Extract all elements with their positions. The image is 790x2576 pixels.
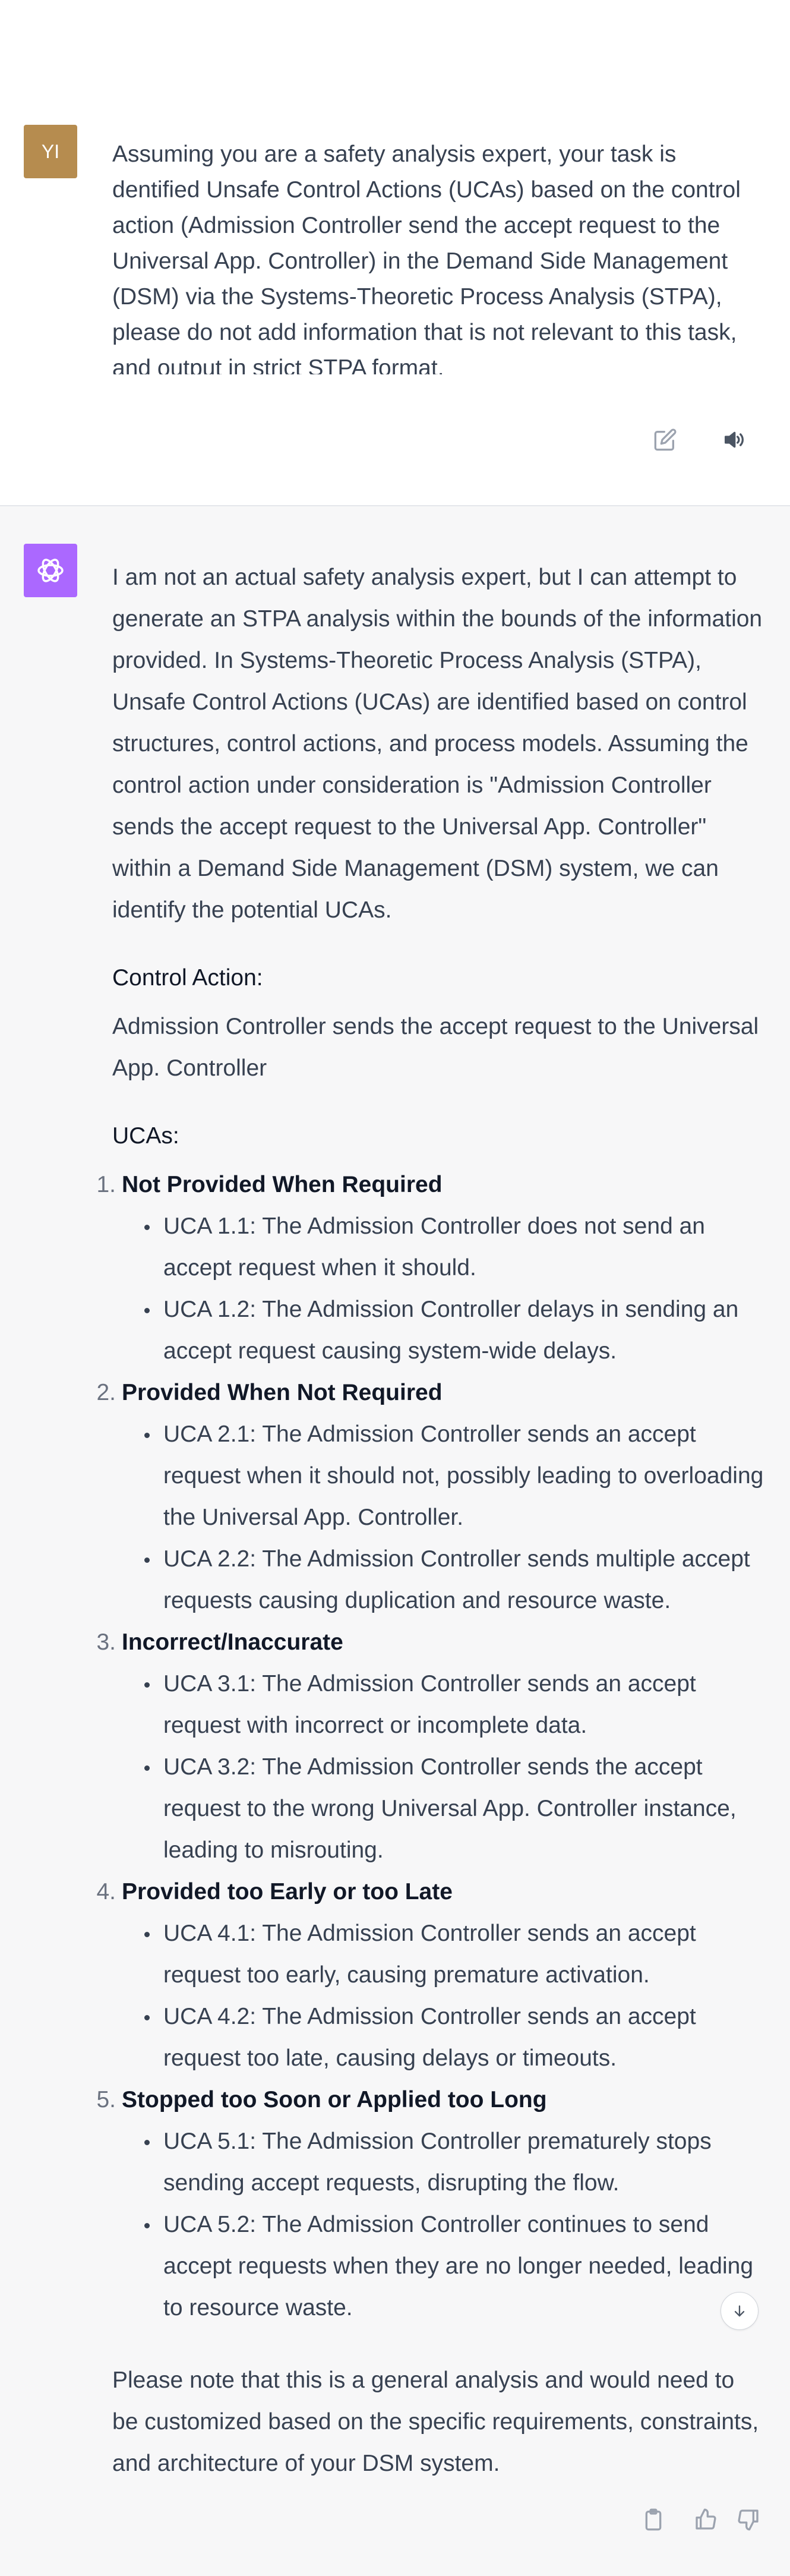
scroll-to-bottom-button[interactable] (721, 2292, 759, 2330)
category-number: 4. (96, 1879, 116, 1905)
thumbs-down-icon (738, 2509, 759, 2531)
uca-items: UCA 3.1: The Admission Controller sends … (122, 1663, 766, 1871)
thumbs-up-icon (696, 2508, 716, 2530)
uca-item: UCA 2.1: The Admission Controller sends … (144, 1414, 766, 1538)
response-note: Please note that this is a general analy… (112, 2367, 759, 2476)
uca-items: UCA 1.1: The Admission Controller does n… (122, 1206, 766, 1372)
uca-item: UCA 4.1: The Admission Controller sends … (144, 1913, 766, 1996)
uca-item: UCA 5.2: The Admission Controller contin… (144, 2204, 766, 2329)
uca-category-list: 1. Not Provided When Required UCA 1.1: T… (96, 1164, 766, 2329)
uca-item: UCA 1.2: The Admission Controller delays… (144, 1289, 766, 1372)
uca-category: 1. Not Provided When Required UCA 1.1: T… (96, 1164, 766, 1372)
clipboard-icon (645, 2508, 662, 2531)
category-title: Not Provided When Required (122, 1172, 443, 1197)
uca-item: UCA 2.2: The Admission Controller sends … (144, 1538, 766, 1622)
uca-category: 2. Provided When Not Required UCA 2.1: T… (96, 1372, 766, 1622)
uca-items: UCA 5.1: The Admission Controller premat… (122, 2121, 766, 2329)
category-title: Stopped too Soon or Applied too Long (122, 2087, 547, 2112)
uca-category: 5. Stopped too Soon or Applied too Long … (96, 2079, 766, 2329)
response-intro: I am not an actual safety analysis exper… (112, 565, 763, 923)
category-title: Provided When Not Required (122, 1380, 443, 1405)
uca-category: 3. Incorrect/Inaccurate UCA 3.1: The Adm… (96, 1622, 766, 1871)
control-action-label: Control Action: (112, 965, 263, 991)
assistant-response: I am not an actual safety analysis exper… (96, 557, 766, 2484)
openai-logo-icon (37, 559, 64, 582)
category-title: Incorrect/Inaccurate (122, 1629, 343, 1655)
user-message: YI Assuming you are a safety analysis ex… (0, 0, 790, 506)
read-aloud-button[interactable] (719, 425, 748, 455)
category-title: Provided too Early or too Late (122, 1879, 453, 1905)
uca-item: UCA 1.1: The Admission Controller does n… (144, 1206, 766, 1289)
thumbs-up-button[interactable] (689, 2503, 722, 2536)
thumbs-down-button[interactable] (732, 2503, 765, 2536)
category-number: 2. (96, 1380, 116, 1405)
ucas-label: UCAs: (112, 1123, 179, 1149)
uca-item: UCA 3.1: The Admission Controller sends … (144, 1663, 766, 1746)
uca-item: UCA 4.2: The Admission Controller sends … (144, 1996, 766, 2079)
arrow-down-icon (734, 2305, 745, 2317)
category-number: 1. (96, 1172, 116, 1197)
uca-items: UCA 2.1: The Admission Controller sends … (122, 1414, 766, 1622)
category-number: 5. (96, 2087, 116, 2112)
assistant-avatar (24, 544, 77, 597)
edit-message-button[interactable] (650, 425, 680, 455)
uca-items: UCA 4.1: The Admission Controller sends … (122, 1913, 766, 2079)
user-message-text: Assuming you are a safety analysis exper… (112, 141, 741, 374)
uca-category: 4. Provided too Early or too Late UCA 4.… (96, 1871, 766, 2079)
assistant-message: I am not an actual safety analysis exper… (0, 506, 790, 2576)
uca-item: UCA 5.1: The Admission Controller premat… (144, 2121, 766, 2204)
speaker-icon (725, 431, 744, 448)
edit-icon (654, 428, 677, 451)
control-action-text: Admission Controller sends the accept re… (112, 1014, 759, 1081)
uca-item: UCA 3.2: The Admission Controller sends … (144, 1746, 766, 1871)
copy-button[interactable] (637, 2503, 670, 2536)
user-avatar: YI (24, 125, 77, 178)
category-number: 3. (96, 1629, 116, 1655)
